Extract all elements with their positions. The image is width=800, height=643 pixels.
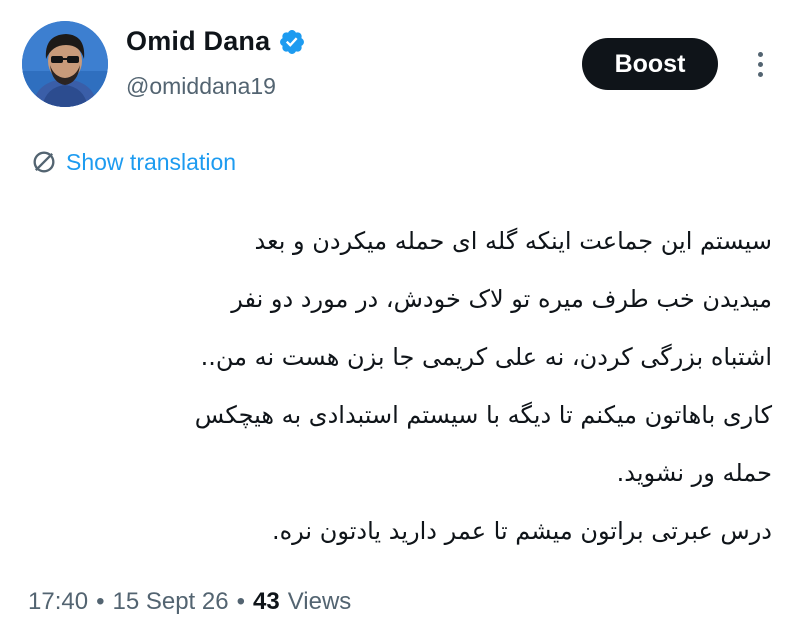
meta-separator: • xyxy=(236,588,245,615)
verified-badge-icon xyxy=(280,29,305,54)
boost-button[interactable]: Boost xyxy=(582,38,718,90)
more-dot xyxy=(757,71,763,77)
meta-separator: • xyxy=(96,588,105,615)
tweet-line: درس عبرتی براتون میشم تا عمر دارید یادتو… xyxy=(271,517,772,545)
avatar[interactable] xyxy=(22,21,108,107)
more-dot xyxy=(757,51,763,57)
avatar-image xyxy=(22,21,108,107)
more-options-icon[interactable] xyxy=(745,44,775,84)
author-name[interactable]: Omid Dana xyxy=(126,26,270,57)
show-translation-link[interactable]: Show translation xyxy=(30,148,236,176)
tweet-line: سیستم این جماعت اینکه گله ای حمله میکردن… xyxy=(254,227,772,255)
author-handle[interactable]: @omiddana19 xyxy=(126,73,276,100)
tweet-line: کاری باهاتون میکنم تا دیگه با سیستم استب… xyxy=(194,401,772,429)
more-dot xyxy=(757,61,763,67)
tweet-date[interactable]: 15 Sept 26 xyxy=(112,588,228,616)
tweet-line: میدیدن خب طرف میره تو لاک خودش، در مورد … xyxy=(231,285,772,313)
tweet-time[interactable]: 17:40 xyxy=(28,588,88,616)
views-count: 43 xyxy=(252,588,280,615)
tweet-meta: 17:40 • 15 Sept 26 • 43 Views xyxy=(28,588,351,616)
views-label: Views xyxy=(287,588,352,615)
tweet-text: سیستم این جماعت اینکه گله ای حمله میکردن… xyxy=(24,212,772,560)
show-translation-label: Show translation xyxy=(66,148,237,175)
tweet-line: حمله ور نشوید. xyxy=(616,459,772,487)
tweet-line: اشتباه بزرگی کردن، نه علی کریمی جا بزن ه… xyxy=(200,343,772,371)
author-name-row[interactable]: Omid Dana xyxy=(126,26,306,57)
translate-icon xyxy=(33,151,55,173)
